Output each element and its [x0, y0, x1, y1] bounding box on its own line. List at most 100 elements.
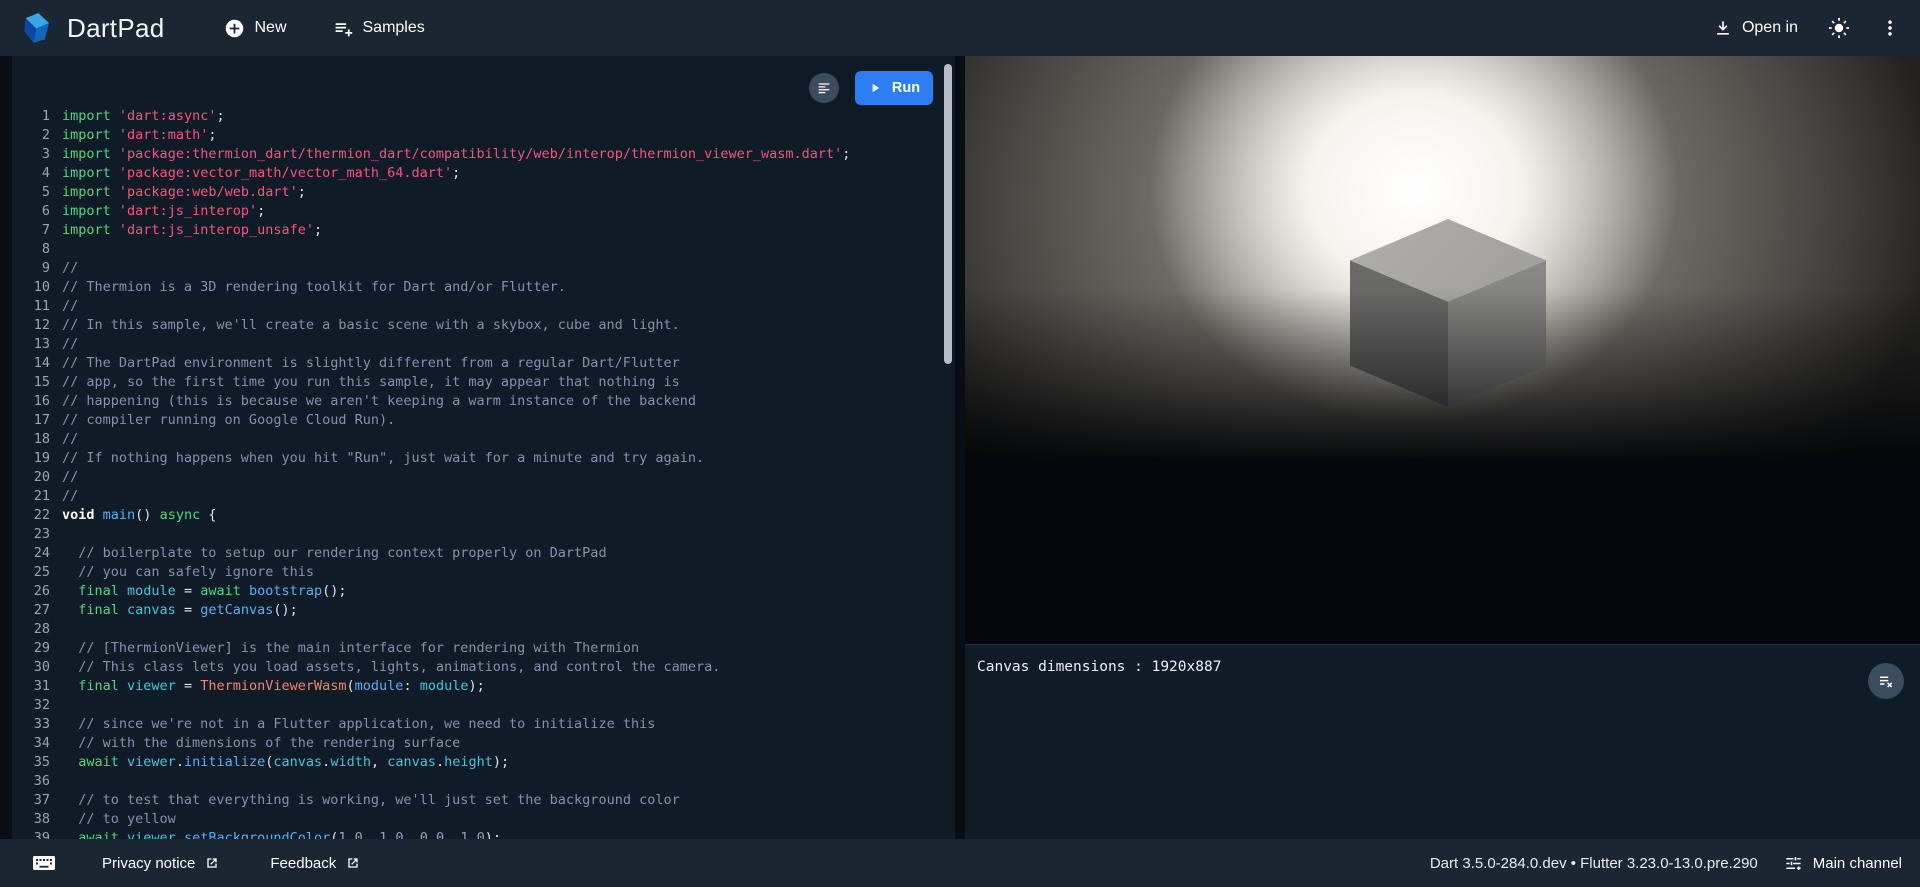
theme-toggle-button[interactable] — [1828, 17, 1850, 39]
code-line[interactable]: 11// — [24, 297, 955, 316]
code-line[interactable]: 14// The DartPad environment is slightly… — [24, 354, 955, 373]
code-text: // If nothing happens when you hit "Run"… — [50, 449, 704, 468]
brand: DartPad — [20, 10, 164, 46]
kebab-menu-icon — [1880, 18, 1900, 38]
brightness-icon — [1828, 17, 1850, 39]
line-number: 16 — [24, 392, 50, 411]
sdk-versions: Dart 3.5.0-284.0.dev • Flutter 3.23.0-13… — [1430, 855, 1758, 872]
channel-selector[interactable]: Main channel — [1784, 854, 1902, 873]
render-canvas[interactable] — [965, 56, 1920, 644]
main-area: 1import 'dart:async';2import 'dart:math'… — [0, 56, 1920, 839]
code-line[interactable]: 7import 'dart:js_interop_unsafe'; — [24, 221, 955, 240]
external-link-icon — [345, 855, 361, 871]
playlist-add-icon — [333, 18, 354, 39]
editor-panel: 1import 'dart:async';2import 'dart:math'… — [12, 56, 955, 839]
line-number: 28 — [24, 620, 50, 639]
code-line[interactable]: 39 await viewer.setBackgroundColor(1.0, … — [24, 829, 955, 839]
code-line[interactable]: 10// Thermion is a 3D rendering toolkit … — [24, 278, 955, 297]
code-line[interactable]: 26 final module = await bootstrap(); — [24, 582, 955, 601]
new-button-label: New — [254, 19, 286, 37]
line-number: 29 — [24, 639, 50, 658]
code-line[interactable]: 36 — [24, 772, 955, 791]
code-line[interactable]: 3import 'package:thermion_dart/thermion_… — [24, 145, 955, 164]
run-button[interactable]: Run — [855, 71, 933, 105]
code-line[interactable]: 28 — [24, 620, 955, 639]
code-line[interactable]: 32 — [24, 696, 955, 715]
new-button[interactable]: New — [224, 18, 286, 39]
privacy-notice-link[interactable]: Privacy notice — [102, 855, 220, 872]
code-text: // — [50, 259, 78, 278]
editor-actions: Run — [809, 71, 933, 105]
code-line[interactable]: 2import 'dart:math'; — [24, 126, 955, 145]
code-line[interactable]: 37 // to test that everything is working… — [24, 791, 955, 810]
format-button[interactable] — [809, 73, 839, 103]
code-line[interactable]: 9// — [24, 259, 955, 278]
editor-scrollbar[interactable] — [944, 64, 952, 364]
code-text: import 'package:thermion_dart/thermion_d… — [50, 145, 850, 164]
code-line[interactable]: 38 // to yellow — [24, 810, 955, 829]
line-number: 20 — [24, 468, 50, 487]
line-number: 25 — [24, 563, 50, 582]
code-line[interactable]: 15// app, so the first time you run this… — [24, 373, 955, 392]
console-panel: Canvas dimensions : 1920x887 — [965, 644, 1920, 839]
app-title: DartPad — [67, 13, 164, 44]
code-line[interactable]: 19// If nothing happens when you hit "Ru… — [24, 449, 955, 468]
code-line[interactable]: 5import 'package:web/web.dart'; — [24, 183, 955, 202]
code-text: // with the dimensions of the rendering … — [50, 734, 460, 753]
cube-top-face — [1350, 219, 1546, 407]
external-link-icon — [204, 855, 220, 871]
line-number: 26 — [24, 582, 50, 601]
code-text: // The DartPad environment is slightly d… — [50, 354, 680, 373]
samples-button[interactable]: Samples — [333, 18, 425, 39]
header-nav: New Samples — [224, 18, 424, 39]
code-line[interactable]: 4import 'package:vector_math/vector_math… — [24, 164, 955, 183]
code-line[interactable]: 8 — [24, 240, 955, 259]
code-line[interactable]: 13// — [24, 335, 955, 354]
code-line[interactable]: 18// — [24, 430, 955, 449]
feedback-label: Feedback — [270, 855, 336, 872]
code-text — [50, 240, 62, 259]
code-text: import 'package:web/web.dart'; — [50, 183, 306, 202]
dartpad-logo-icon — [20, 10, 54, 46]
line-number: 24 — [24, 544, 50, 563]
code-line[interactable]: 24 // boilerplate to setup our rendering… — [24, 544, 955, 563]
code-line[interactable]: 35 await viewer.initialize(canvas.width,… — [24, 753, 955, 772]
code-line[interactable]: 25 // you can safely ignore this — [24, 563, 955, 582]
line-number: 35 — [24, 753, 50, 772]
line-number: 37 — [24, 791, 50, 810]
code-line[interactable]: 20// — [24, 468, 955, 487]
code-text: import 'package:vector_math/vector_math_… — [50, 164, 460, 183]
line-number: 14 — [24, 354, 50, 373]
code-line[interactable]: 21// — [24, 487, 955, 506]
code-text: // boilerplate to setup our rendering co… — [50, 544, 607, 563]
code-editor[interactable]: 1import 'dart:async';2import 'dart:math'… — [12, 56, 955, 839]
code-line[interactable]: 12// In this sample, we'll create a basi… — [24, 316, 955, 335]
footer: Privacy notice Feedback Dart 3.5.0-284.0… — [0, 839, 1920, 887]
code-line[interactable]: 33 // since we're not in a Flutter appli… — [24, 715, 955, 734]
code-line[interactable]: 22void main() async { — [24, 506, 955, 525]
clear-console-button[interactable] — [1868, 663, 1904, 699]
code-line[interactable]: 1import 'dart:async'; — [24, 107, 955, 126]
code-line[interactable]: 17// compiler running on Google Cloud Ru… — [24, 411, 955, 430]
code-text: // In this sample, we'll create a basic … — [50, 316, 680, 335]
code-line[interactable]: 34 // with the dimensions of the renderi… — [24, 734, 955, 753]
samples-button-label: Samples — [363, 19, 425, 37]
code-line[interactable]: 29 // [ThermionViewer] is the main inter… — [24, 639, 955, 658]
code-text — [50, 772, 62, 791]
code-line[interactable]: 16// happening (this is because we aren'… — [24, 392, 955, 411]
code-text: // to yellow — [50, 810, 176, 829]
open-in-button[interactable]: Open in — [1713, 18, 1798, 38]
code-line[interactable]: 6import 'dart:js_interop'; — [24, 202, 955, 221]
feedback-link[interactable]: Feedback — [270, 855, 361, 872]
tune-icon — [1784, 854, 1803, 873]
code-line[interactable]: 27 final canvas = getCanvas(); — [24, 601, 955, 620]
header: DartPad New Samples Open in — [0, 0, 1920, 56]
code-text: // — [50, 430, 78, 449]
code-text: // since we're not in a Flutter applicat… — [50, 715, 655, 734]
code-line[interactable]: 31 final viewer = ThermionViewerWasm(mod… — [24, 677, 955, 696]
overflow-menu-button[interactable] — [1880, 18, 1900, 38]
add-circle-icon — [224, 18, 245, 39]
keyboard-shortcuts-button[interactable] — [32, 853, 56, 873]
code-line[interactable]: 23 — [24, 525, 955, 544]
code-line[interactable]: 30 // This class lets you load assets, l… — [24, 658, 955, 677]
